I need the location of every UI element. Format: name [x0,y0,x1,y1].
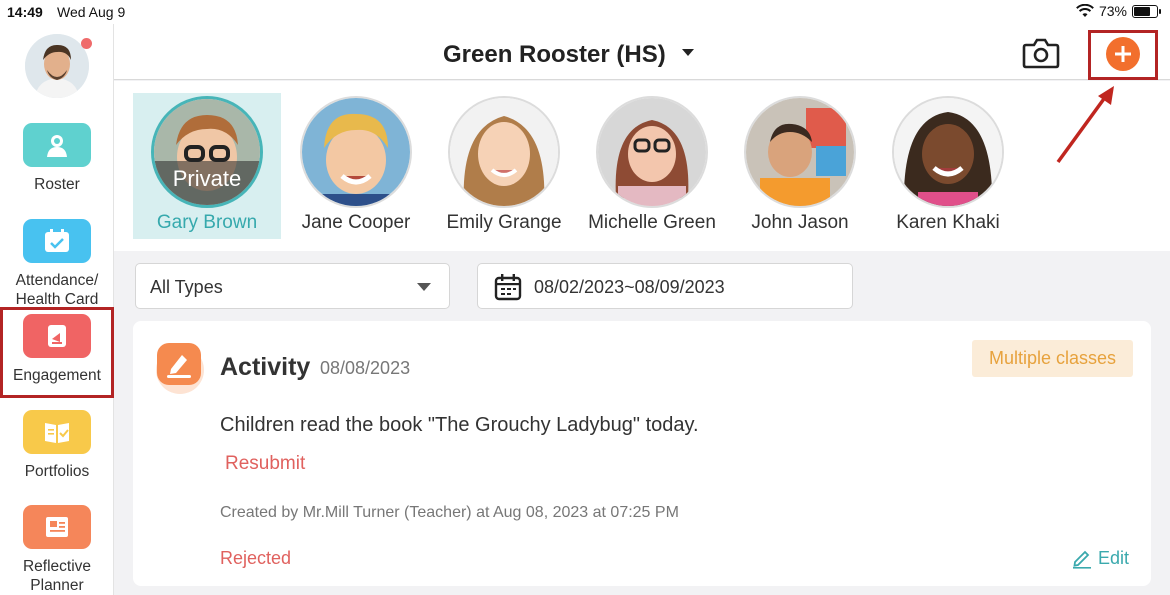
planner-icon [23,505,91,549]
child-photo [300,96,412,208]
sidebar-item-label: Portfolios [24,463,90,480]
child-photo [448,96,560,208]
edit-label: Edit [1097,547,1129,568]
child-photo: Private [151,96,263,208]
wifi-icon [1076,4,1094,17]
chevron-down-icon[interactable] [682,49,694,56]
status-date: Wed Aug 9 [57,4,126,20]
engagement-icon [23,314,91,358]
child-name: Karen Khaki [896,212,1000,233]
status-time: 14:49 [7,4,43,20]
annotation-arrow [1056,86,1114,164]
portfolio-icon [23,410,91,454]
sidebar-item-label: Reflective Planner [22,558,92,594]
private-label: Private [154,161,260,205]
child-card[interactable]: Emily Grange [430,93,578,239]
status-label: Rejected [220,548,292,568]
class-selector[interactable]: Green Rooster (HS) [443,41,666,69]
activity-description: Children read the book "The Grouchy Lady… [220,414,699,436]
resubmit-link[interactable]: Resubmit [225,453,305,475]
created-by-text: Created by Mr.Mill Turner (Teacher) at A… [220,504,679,521]
child-name: Emily Grange [446,212,562,233]
top-header: Green Rooster (HS) [114,24,1170,80]
child-name: Gary Brown [156,212,258,233]
children-strip: Private Gary Brown Jane Cooper Emily Gra… [114,81,1170,251]
battery-percent: 73% [1098,3,1127,19]
sidebar-item-label: Attendance/ Health Card [15,272,99,308]
child-photo [744,96,856,208]
sidebar-item-engagement[interactable]: Engagement [0,307,114,398]
sidebar-item-reflective-planner[interactable]: Reflective Planner [0,505,114,595]
sidebar-item-label: Engagement [13,367,101,384]
child-card[interactable]: Michelle Green [578,93,726,239]
activity-type: Activity [220,353,311,381]
child-card[interactable]: Private Gary Brown [133,93,281,239]
child-card[interactable]: Karen Khaki [874,93,1022,239]
sidebar-item-portfolios[interactable]: Portfolios [0,410,114,481]
sidebar: Roster Attendance/ Health Card Engagemen… [0,24,114,595]
pencil-icon [1072,550,1091,569]
camera-button[interactable] [1022,36,1060,70]
child-card[interactable]: John Jason [726,93,874,239]
notification-dot [81,38,92,49]
type-filter-dropdown[interactable]: All Types [135,263,450,309]
add-button[interactable] [1106,37,1140,71]
date-range-value: 08/02/2023~08/09/2023 [534,277,725,297]
child-photo [892,96,1004,208]
edit-button[interactable]: Edit [1072,547,1129,569]
user-avatar[interactable] [25,34,89,98]
status-bar: 14:49 Wed Aug 9 73% [0,0,1170,24]
activity-date: 08/08/2023 [320,358,411,378]
chevron-down-icon [417,283,431,291]
sidebar-item-roster[interactable]: Roster [0,123,114,194]
sidebar-item-label: Roster [34,176,80,193]
add-button-highlight [1088,30,1158,80]
activity-icon [156,343,204,394]
calendar-icon [494,274,522,301]
sidebar-item-attendance[interactable]: Attendance/ Health Card [0,219,114,309]
battery-icon [1132,4,1161,18]
child-name: John Jason [751,212,849,233]
type-filter-value: All Types [150,277,223,297]
child-photo [596,96,708,208]
classes-badge: Multiple classes [971,340,1133,377]
date-range-picker[interactable]: 08/02/2023~08/09/2023 [477,263,853,309]
plus-icon [1115,46,1131,62]
child-card[interactable]: Jane Cooper [282,93,430,239]
calendar-check-icon [23,219,91,263]
child-name: Jane Cooper [301,212,411,233]
child-name: Michelle Green [588,212,716,233]
camera-icon [1022,38,1060,69]
roster-icon [23,123,91,167]
activity-card[interactable]: Activity 08/08/2023 Multiple classes Chi… [133,321,1151,586]
